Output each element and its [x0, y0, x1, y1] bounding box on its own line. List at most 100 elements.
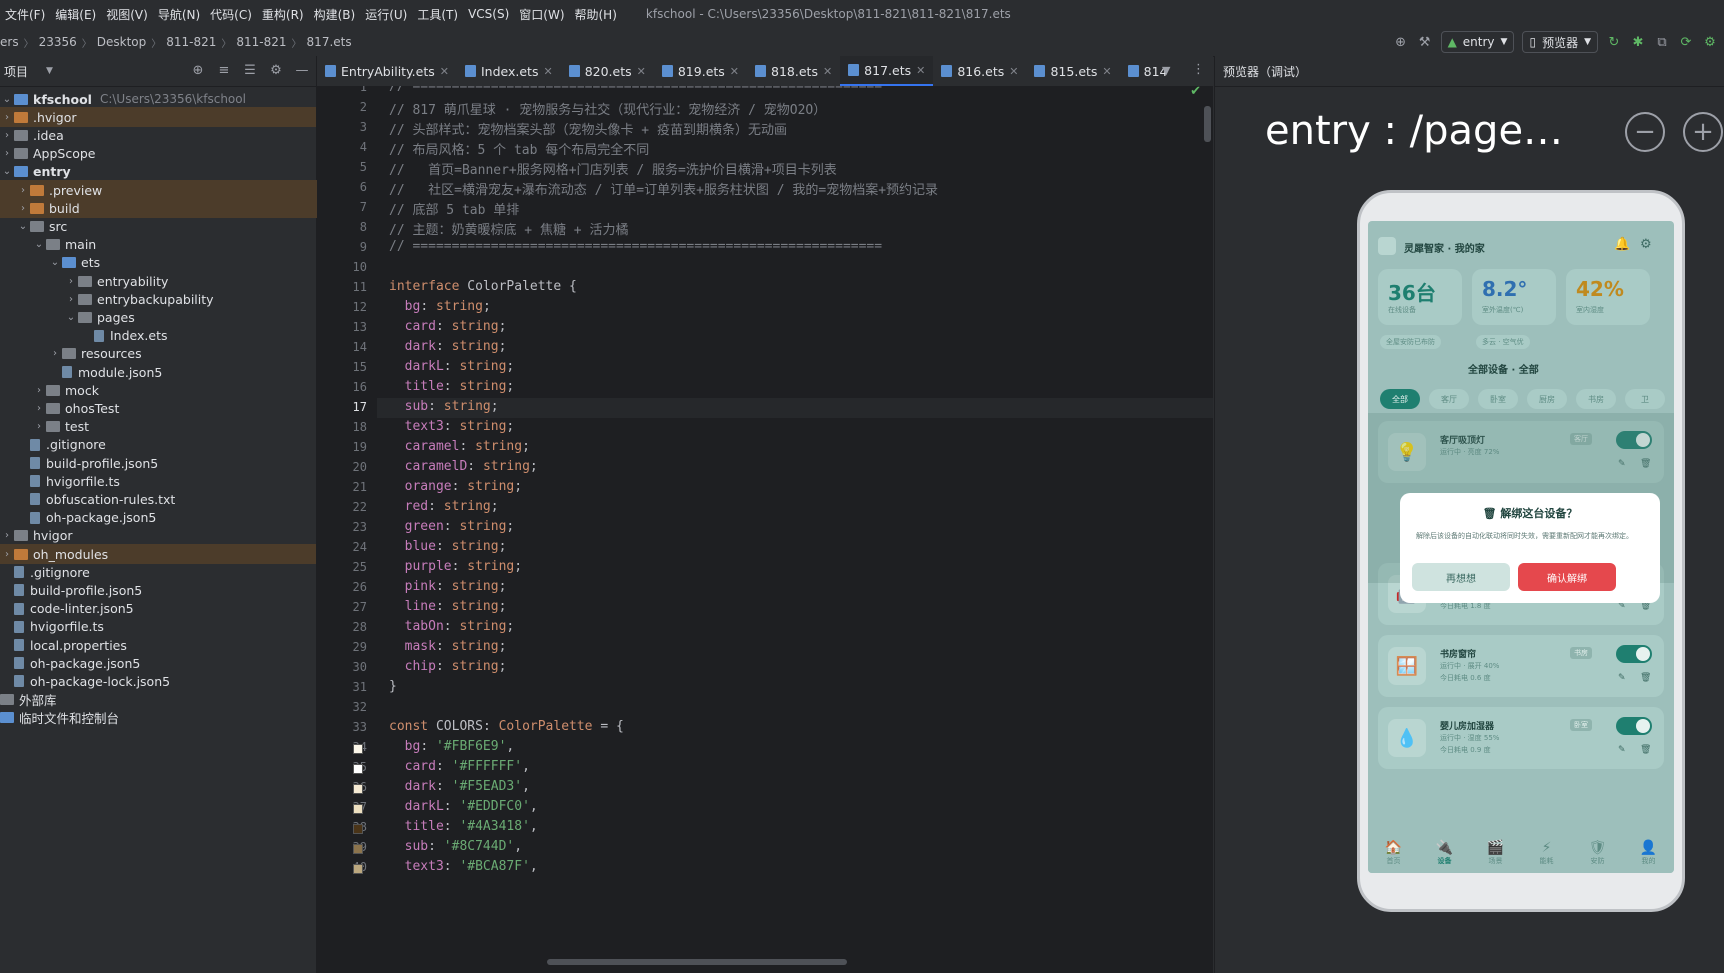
chevron-right-icon[interactable]: ›	[32, 421, 46, 432]
editor-tab[interactable]: 816.ets ✕	[933, 56, 1026, 86]
menu-item[interactable]: 运行(U)	[360, 6, 412, 23]
tree-item[interactable]: ⌄ src	[0, 216, 332, 236]
color-swatch-icon[interactable]	[353, 864, 363, 874]
breadcrumb-item[interactable]: 811-821	[236, 35, 286, 49]
tree-item[interactable]: 临时文件和控制台	[0, 708, 316, 728]
color-swatch-icon[interactable]	[353, 784, 363, 794]
tree-item[interactable]: .gitignore	[0, 562, 316, 582]
code-editor[interactable]: 1 2 3 4 5 6 7 8 9 10 11 12 13 14 15 16 17 18 19 20 21 22 23 24 2…	[317, 86, 1213, 973]
editor-tab[interactable]: 817.ets ✕	[840, 56, 934, 86]
menu-item[interactable]: 文件(F)	[0, 6, 50, 23]
tree-item[interactable]: module.json5	[0, 362, 364, 382]
close-icon[interactable]: ✕	[637, 65, 646, 78]
settings-gear-icon[interactable]: ⚙	[268, 62, 284, 78]
tree-item[interactable]: oh-package.json5	[0, 508, 332, 528]
code-line[interactable]: const COLORS: ColorPalette = {	[389, 719, 624, 734]
chevron-right-icon[interactable]: ›	[64, 294, 78, 305]
rerun-icon[interactable]: ↻	[1606, 34, 1622, 50]
chevron-right-icon[interactable]: ›	[32, 403, 46, 414]
chevron-right-icon[interactable]: ›	[0, 112, 14, 123]
power-toggle[interactable]	[1616, 717, 1652, 735]
breadcrumb-item[interactable]: 817.ets	[307, 35, 352, 49]
chevron-right-icon[interactable]: ›	[48, 348, 62, 359]
tree-item[interactable]: › AppScope	[0, 144, 316, 164]
code-line[interactable]: title: '#4A3418',	[389, 819, 538, 834]
breadcrumb-item[interactable]: 23356	[39, 35, 77, 49]
app-screen[interactable]: 灵犀智家 · 我的家 🔔 ⚙ 36台 在线设备 8.2° 室外温度(℃) 42% 室内湿度…	[1368, 221, 1674, 873]
room-tab[interactable]: 厨房	[1527, 389, 1567, 409]
breadcrumb-item[interactable]: 811-821	[166, 35, 216, 49]
code-line[interactable]: caramel: string;	[389, 439, 530, 454]
menu-item[interactable]: 工具(T)	[412, 6, 463, 23]
code-line[interactable]: bg: string;	[389, 299, 491, 314]
code-line[interactable]: darkL: string;	[389, 359, 515, 374]
menu-item[interactable]: 重构(R)	[257, 6, 309, 23]
locate-icon[interactable]: ⊕	[190, 62, 206, 78]
debug-icon[interactable]: ✱	[1630, 34, 1646, 50]
tab-overflow-chevron-icon[interactable]: ▼	[1162, 63, 1170, 77]
chevron-right-icon[interactable]: ›	[16, 185, 30, 196]
menu-item[interactable]: 帮助(H)	[570, 6, 622, 23]
tree-item[interactable]: › mock	[0, 380, 348, 400]
chevron-right-icon[interactable]: ›	[64, 276, 78, 287]
chevron-right-icon[interactable]: ›	[32, 385, 46, 396]
close-icon[interactable]: ✕	[823, 65, 832, 78]
code-line[interactable]: // 底部 5 tab 单排	[389, 199, 519, 218]
app-tab-4[interactable]: 🛡 安防	[1572, 833, 1623, 873]
code-line[interactable]: red: string;	[389, 499, 499, 514]
code-line[interactable]: card: string;	[389, 319, 507, 334]
code-line[interactable]: interface ColorPalette {	[389, 279, 577, 294]
close-icon[interactable]: ✕	[1009, 65, 1018, 78]
chevron-down-icon[interactable]: ⌄	[64, 312, 78, 323]
tree-item[interactable]: ⌄ ets	[0, 253, 364, 273]
code-line[interactable]: card: '#FFFFFF',	[389, 759, 530, 774]
code-line[interactable]: }	[389, 679, 397, 694]
tree-item[interactable]: build-profile.json5	[0, 580, 316, 600]
code-line[interactable]: // 817 萌爪星球 · 宠物服务与社交（现代行业：宠物经济 / 宠物O2O）	[389, 99, 826, 118]
collapse-all-icon[interactable]: ≡	[216, 62, 232, 78]
tree-item[interactable]: › .hvigor	[0, 107, 316, 128]
tree-item[interactable]: hvigorfile.ts	[0, 471, 332, 491]
code-line[interactable]: orange: string;	[389, 479, 522, 494]
menu-item[interactable]: 视图(V)	[101, 6, 153, 23]
code-line[interactable]: sub: '#8C744D',	[389, 839, 522, 854]
app-tab-2[interactable]: 🎬 场景	[1470, 833, 1521, 873]
menu-item[interactable]: 编辑(E)	[50, 6, 101, 23]
menu-item[interactable]: 窗口(W)	[514, 6, 569, 23]
app-tab-3[interactable]: ⚡ 能耗	[1521, 833, 1572, 873]
hide-icon[interactable]: —	[294, 62, 310, 78]
code-line[interactable]: // =====================================…	[389, 239, 882, 254]
code-line[interactable]: purple: string;	[389, 559, 522, 574]
tree-item[interactable]: .gitignore	[0, 435, 332, 455]
room-tab[interactable]: 卫	[1625, 389, 1665, 409]
code-line[interactable]: tabOn: string;	[389, 619, 515, 634]
chevron-down-icon[interactable]: ⌄	[32, 239, 46, 250]
previewer-dropdown[interactable]: ▯ 预览器 ▼	[1522, 31, 1598, 53]
cancel-button[interactable]: 再想想	[1412, 563, 1510, 591]
close-icon[interactable]: ✕	[916, 64, 925, 77]
close-icon[interactable]: ✕	[1102, 65, 1111, 78]
chevron-down-icon[interactable]: ⌄	[0, 166, 14, 177]
room-tab[interactable]: 全部	[1380, 389, 1420, 409]
code-line[interactable]: caramelD: string;	[389, 459, 538, 474]
power-toggle[interactable]	[1616, 645, 1652, 663]
breadcrumb-item[interactable]: Desktop	[97, 35, 147, 49]
code-line[interactable]: title: string;	[389, 379, 515, 394]
tree-item[interactable]: ⌄ main	[0, 235, 348, 255]
vertical-scrollbar[interactable]	[1204, 106, 1211, 142]
tree-item[interactable]: › test	[0, 417, 348, 437]
tree-item[interactable]: build-profile.json5	[0, 453, 332, 473]
chevron-down-icon[interactable]: ⌄	[0, 94, 14, 105]
chevron-down-icon[interactable]: ⌄	[48, 257, 62, 268]
bell-icon[interactable]: 🔔	[1614, 237, 1630, 252]
code-line[interactable]: // 头部样式：宠物档案头部（宠物头像卡 + 疫苗到期横条）无动画	[389, 119, 787, 138]
close-icon[interactable]: ✕	[440, 65, 449, 78]
delete-icon[interactable]: 🗑	[1640, 673, 1651, 683]
tree-item[interactable]: › .preview	[0, 180, 332, 200]
code-line[interactable]: dark: '#F5EAD3',	[389, 779, 530, 794]
attach-icon[interactable]: ⧉	[1654, 34, 1670, 50]
code-line[interactable]: mask: string;	[389, 639, 507, 654]
menu-item[interactable]: 构建(B)	[309, 6, 361, 23]
tree-item[interactable]: hvigorfile.ts	[0, 617, 316, 637]
tree-item[interactable]: › ohosTest	[0, 398, 348, 418]
